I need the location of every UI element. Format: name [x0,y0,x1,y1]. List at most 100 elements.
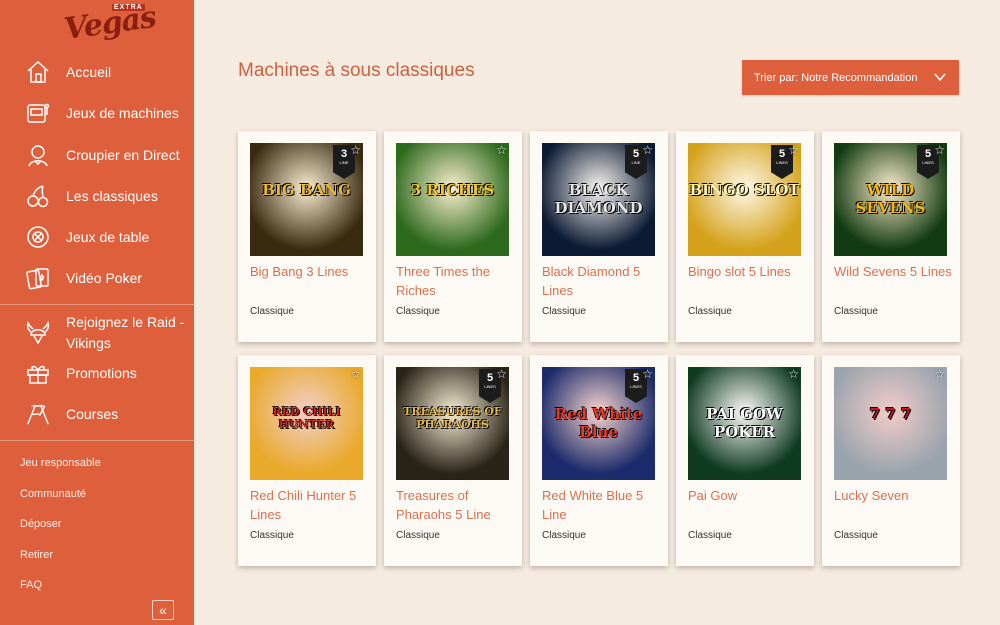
viking-helmet-icon [24,319,52,347]
game-card[interactable]: PAI GOW POKER ☆ Pai Gow Classique [676,355,814,566]
roulette-icon [24,223,52,251]
game-name[interactable]: Lucky Seven [834,486,952,505]
sidebar-item-label: Courses [66,406,119,422]
sidebar-item-label: Rejoignez le Raid - Vikings [66,314,185,351]
game-name[interactable]: Black Diamond 5 Lines [542,262,660,300]
game-card[interactable]: BIG BANG 3 LINE ☆ Big Bang 3 Lines Classique [238,131,376,342]
favorite-star-icon[interactable]: ☆ [788,143,799,157]
page-title: Machines à sous classiques [238,60,475,81]
game-category: Classique [542,306,586,317]
game-name[interactable]: Bingo slot 5 Lines [688,262,806,281]
game-category: Classique [834,306,878,317]
game-card[interactable]: BINGO SLOT 5 LINES ☆ Bingo slot 5 Lines Class… [676,131,814,342]
sidebar-item-courses[interactable]: Courses [24,399,118,429]
game-category: Classique [396,306,440,317]
sidebar-item-raid-vikings[interactable]: Rejoignez le Raid - Vikings [24,313,186,355]
game-thumbnail-title: Red White Blue [554,405,643,441]
sidebar-item-video-poker[interactable]: Vidéo Poker [24,263,142,293]
game-thumbnail[interactable]: BINGO SLOT 5 LINES ☆ [688,143,801,256]
sidebar-item-label: Promotions [66,365,137,381]
lines-count: 5 [486,372,494,384]
favorite-star-icon[interactable]: ☆ [350,143,361,157]
game-thumbnail[interactable]: WILD SEVENS 5 LINES ☆ [834,143,947,256]
game-thumbnail-title: 7 7 7 [869,405,912,423]
favorite-star-icon[interactable]: ☆ [642,143,653,157]
game-card[interactable]: WILD SEVENS 5 LINES ☆ Wild Sevens 5 Lines Cla… [822,131,960,342]
game-name[interactable]: Red Chili Hunter 5 Lines [250,486,368,524]
lines-label: LINES [922,160,934,165]
collapse-sidebar-button[interactable]: « [152,600,174,620]
logo-vegas: Vegas [62,0,158,48]
sort-dropdown[interactable]: Trier par: Notre Recommandation [742,60,959,95]
game-thumbnail[interactable]: BLACK DIAMOND 5 LINE ☆ [542,143,655,256]
game-thumbnail[interactable]: 7 7 7 ☆ [834,367,947,480]
lines-label: LINE [339,160,349,165]
lines-count: 5 [778,148,786,160]
sidebar-item-classiques[interactable]: Les classiques [24,181,158,211]
game-thumbnail-title: RED CHILI HUNTER [272,405,341,431]
favorite-star-icon[interactable]: ☆ [350,367,361,381]
link-faq[interactable]: FAQ [20,579,42,591]
game-card[interactable]: 7 7 7 ☆ Lucky Seven Classique [822,355,960,566]
lines-label: LINES [630,384,642,389]
favorite-star-icon[interactable]: ☆ [788,367,799,381]
link-deposer[interactable]: Déposer [20,518,62,530]
favorite-star-icon[interactable]: ☆ [496,367,507,381]
game-thumbnail-title: PAI GOW POKER [706,405,783,441]
game-thumbnail[interactable]: PAI GOW POKER ☆ [688,367,801,480]
game-thumbnail[interactable]: Red White Blue 5 LINES ☆ [542,367,655,480]
game-thumbnail-title: BINGO SLOT [689,181,800,199]
cherries-icon [24,182,52,210]
slot-machine-icon [24,99,52,127]
game-thumbnail-title: 3 RICHES [410,181,495,199]
favorite-star-icon[interactable]: ☆ [934,367,945,381]
sidebar-item-label: Accueil [66,64,112,80]
game-thumbnail[interactable]: RED CHILI HUNTER ☆ [250,367,363,480]
game-category: Classique [688,530,732,541]
sidebar-item-croupier[interactable]: Croupier en Direct [24,140,180,170]
lines-label: LINES [776,160,788,165]
lines-count: 5 [632,148,640,160]
game-name[interactable]: Red White Blue 5 Line [542,486,660,524]
favorite-star-icon[interactable]: ☆ [934,143,945,157]
game-name[interactable]: Pai Gow [688,486,806,505]
sidebar-divider [0,304,194,305]
sidebar-divider [0,440,194,441]
sidebar-item-label: Croupier en Direct [66,147,180,163]
game-category: Classique [688,306,732,317]
gift-icon [24,359,52,387]
favorite-star-icon[interactable]: ☆ [642,367,653,381]
link-communaute[interactable]: Communauté [20,488,86,500]
game-card[interactable]: TREASURES OF PHARAOHS 5 LINES ☆ Treasures of… [384,355,522,566]
sidebar-item-accueil[interactable]: Accueil [24,57,111,87]
cards-icon [24,264,52,292]
home-icon [24,58,52,86]
sidebar-item-promotions[interactable]: Promotions [24,358,137,388]
game-category: Classique [250,306,294,317]
game-card[interactable]: BLACK DIAMOND 5 LINE ☆ Black Diamond 5 Lines… [530,131,668,342]
link-retirer[interactable]: Retirer [20,549,53,561]
game-thumbnail[interactable]: TREASURES OF PHARAOHS 5 LINES ☆ [396,367,509,480]
chevron-down-icon [933,70,947,87]
logo[interactable]: EXTRA Vegas [60,0,158,48]
checkered-flags-icon [24,400,52,428]
game-card[interactable]: Red White Blue 5 LINES ☆ Red White Blue 5 Li… [530,355,668,566]
sidebar-item-jeux-machines[interactable]: Jeux de machines [24,98,179,128]
game-name[interactable]: Treasures of Pharaohs 5 Line [396,486,514,524]
link-jeu-responsable[interactable]: Jeu responsable [20,457,101,469]
sidebar-item-label: Jeux de table [66,229,150,245]
game-card[interactable]: RED CHILI HUNTER ☆ Red Chili Hunter 5 Line… [238,355,376,566]
dealer-icon [24,141,52,169]
game-thumbnail-title: BIG BANG [262,181,351,199]
game-thumbnail[interactable]: 3 RICHES ☆ [396,143,509,256]
game-name[interactable]: Wild Sevens 5 Lines [834,262,952,281]
sort-label: Trier par: Notre Recommandation [754,71,918,84]
game-card[interactable]: 3 RICHES ☆ Three Times the Riches Classique [384,131,522,342]
game-thumbnail[interactable]: BIG BANG 3 LINE ☆ [250,143,363,256]
game-name[interactable]: Three Times the Riches [396,262,514,300]
game-name[interactable]: Big Bang 3 Lines [250,262,368,281]
game-category: Classique [834,530,878,541]
sidebar-item-jeux-table[interactable]: Jeux de table [24,222,149,252]
lines-label: LINE [631,160,641,165]
favorite-star-icon[interactable]: ☆ [496,143,507,157]
